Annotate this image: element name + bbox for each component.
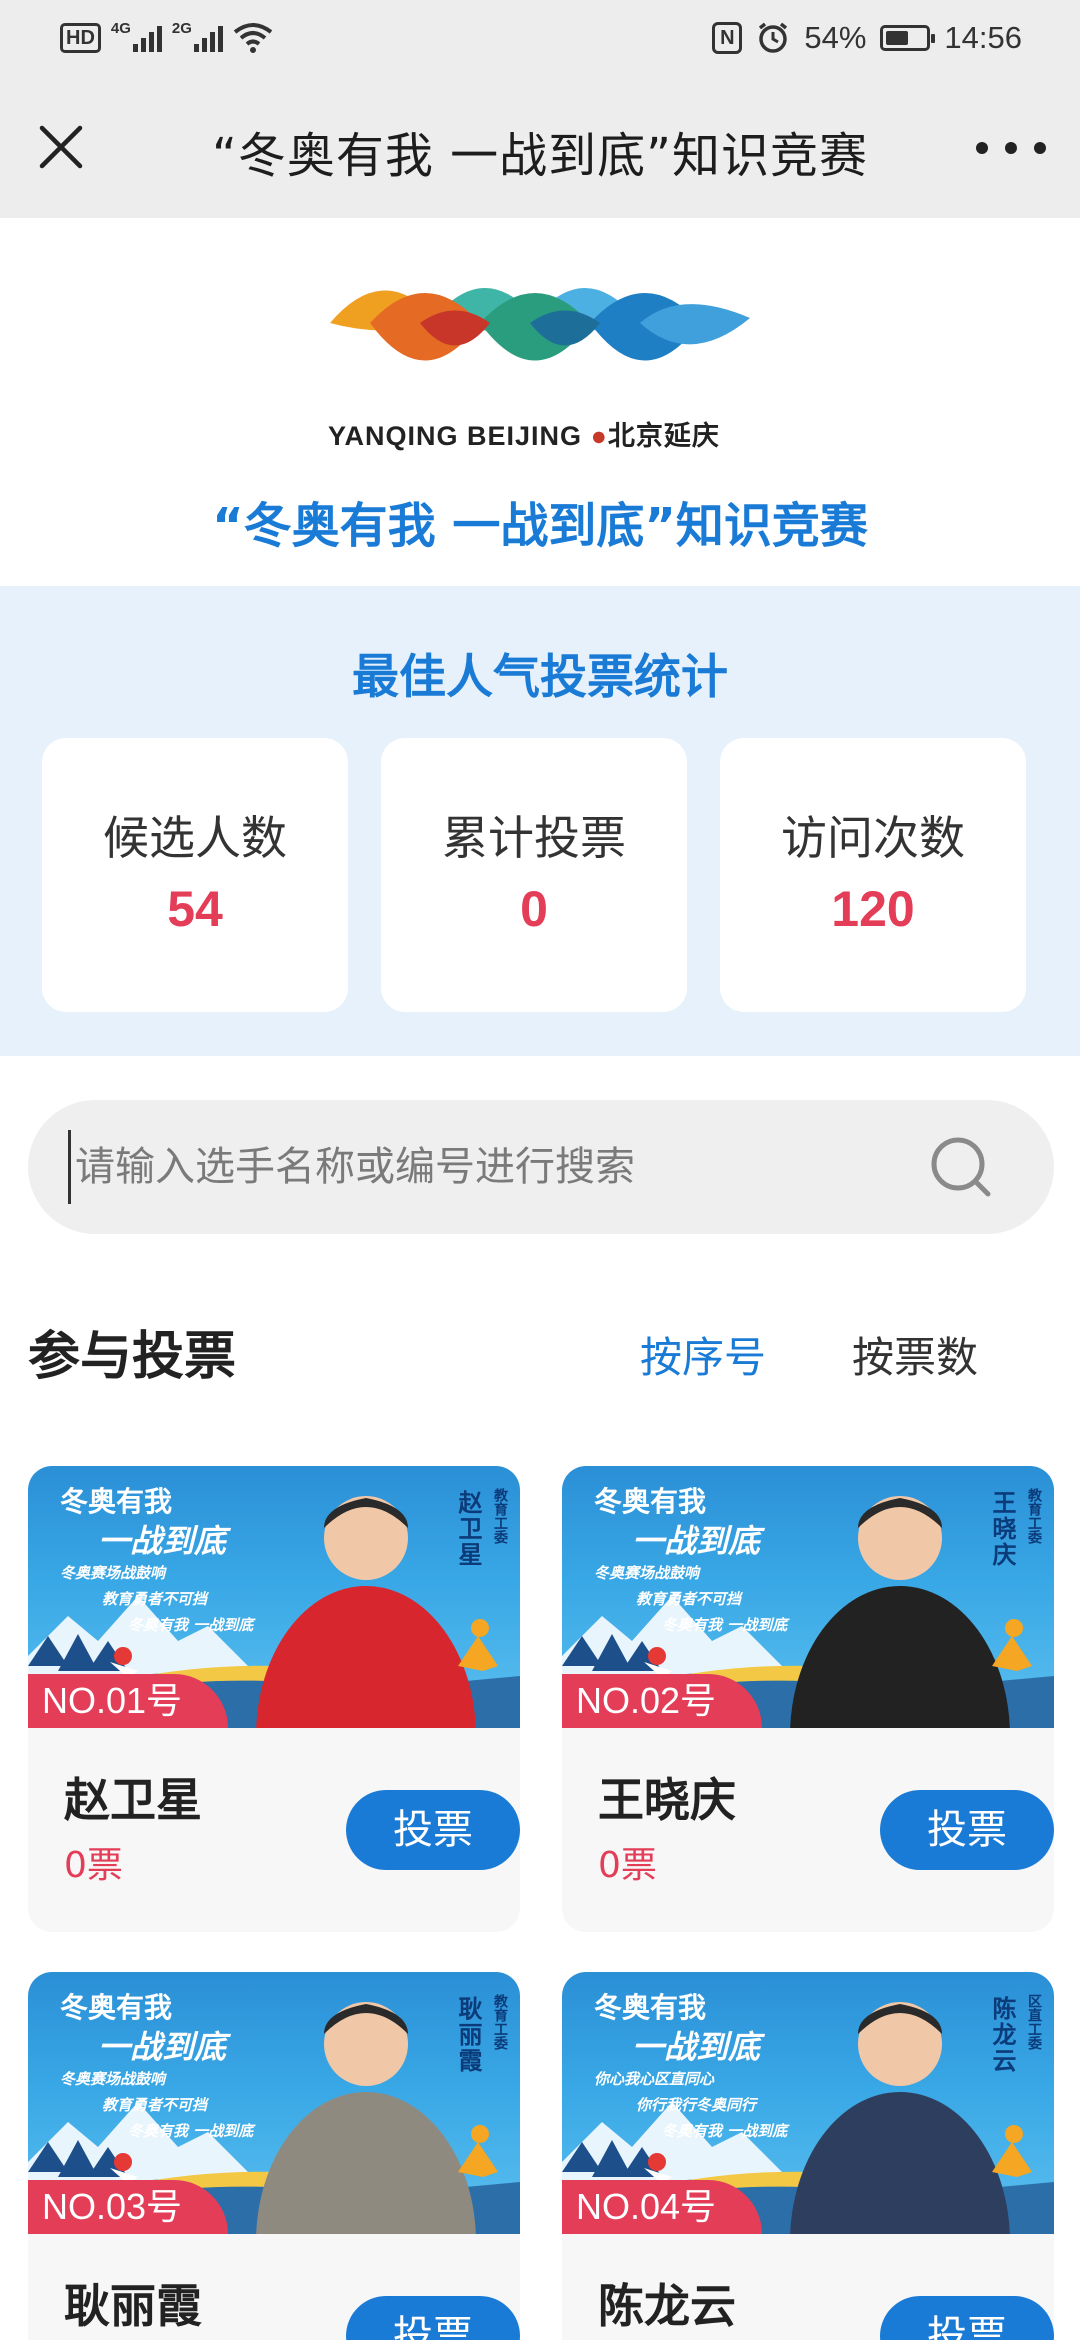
candidate-number-badge: NO.04号	[562, 2180, 763, 2234]
candidate-org: 教育工委	[1026, 1488, 1042, 1544]
contest-title: “冬奥有我 一战到底”知识竞赛	[212, 498, 868, 554]
status-right: N 54% 14:56	[712, 18, 1022, 58]
candidate-org: 教育工委	[492, 1488, 508, 1544]
candidate-name-tag: 赵卫星	[454, 1490, 482, 1568]
banner-slogan-1: 冬奥有我	[60, 1485, 173, 1518]
wifi-icon	[233, 23, 273, 53]
stat-card-candidates: 候选人数 54	[42, 738, 348, 1012]
banner-slogan-2: 一战到底	[632, 2028, 761, 2066]
stat-value: 120	[831, 881, 915, 937]
candidate-photo[interactable]: 冬奥有我 一战到底 冬奥赛场战鼓响 教育勇者不可挡 冬奥有我 一战到底 教育工委…	[28, 1466, 520, 1728]
stat-label: 累计投票	[442, 811, 626, 865]
candidate-vote-count: 0票	[64, 1845, 123, 1886]
candidate-name-tag: 王晓庆	[988, 1490, 1016, 1568]
candidate-org: 教育工委	[492, 1994, 508, 2050]
candidate-name: 赵卫星	[64, 1773, 202, 1827]
banner-line-3: 冬奥有我 一战到底	[662, 2122, 788, 2140]
banner-slogan-1: 冬奥有我	[60, 1991, 173, 2024]
section-title: 参与投票	[28, 1327, 237, 1387]
title-bar: “冬奥有我 一战到底”知识竞赛	[0, 76, 1080, 218]
more-options-icon[interactable]	[976, 126, 1046, 170]
banner-line-3: 冬奥有我 一战到底	[662, 1616, 788, 1634]
search-bar	[28, 1100, 1054, 1234]
candidate-name-tag: 耿丽霞	[454, 1996, 482, 2074]
network-2g-label: 2G	[171, 19, 192, 37]
logo-wordmark: YANQING BEIJING ●北京延庆	[328, 421, 720, 451]
candidate-number-badge: NO.01号	[28, 1674, 229, 1728]
candidate-card[interactable]: 冬奥有我 一战到底 冬奥赛场战鼓响 教育勇者不可挡 冬奥有我 一战到底 教育工委…	[562, 1466, 1054, 1932]
stat-card-total-votes: 累计投票 0	[381, 738, 687, 1012]
candidate-card[interactable]: 冬奥有我 一战到底 你心我心区直同心 你行我行冬奥同行 冬奥有我 一战到底 区直…	[562, 1972, 1054, 2340]
banner-slogan-2: 一战到底	[98, 2028, 227, 2066]
clock: 14:56	[944, 20, 1022, 55]
banner-line-2: 教育勇者不可挡	[102, 2096, 208, 2114]
candidate-name-tag: 陈龙云	[988, 1996, 1016, 2074]
brand-header: YANQING BEIJING ●北京延庆 “冬奥有我 一战到底”知识竞赛	[0, 218, 1080, 586]
banner-line-3: 冬奥有我 一战到底	[128, 2122, 254, 2140]
candidate-name: 陈龙云	[598, 2279, 736, 2333]
candidate-photo[interactable]: 冬奥有我 一战到底 冬奥赛场战鼓响 教育勇者不可挡 冬奥有我 一战到底 教育工委…	[28, 1972, 520, 2234]
banner-line-2: 教育勇者不可挡	[102, 1590, 208, 1608]
candidate-card[interactable]: 冬奥有我 一战到底 冬奥赛场战鼓响 教育勇者不可挡 冬奥有我 一战到底 教育工委…	[28, 1466, 520, 1932]
candidate-number-badge: NO.03号	[28, 2180, 229, 2234]
banner-line-1: 你心我心区直同心	[594, 2070, 715, 2088]
banner-slogan-1: 冬奥有我	[594, 1485, 707, 1518]
candidate-card[interactable]: 冬奥有我 一战到底 冬奥赛场战鼓响 教育勇者不可挡 冬奥有我 一战到底 教育工委…	[28, 1972, 520, 2340]
vote-button[interactable]: 投票	[346, 1790, 520, 1870]
candidate-org: 区直工委	[1026, 1994, 1042, 2050]
stat-card-visits: 访问次数 120	[720, 738, 1026, 1012]
stat-label: 访问次数	[781, 811, 965, 865]
alarm-icon	[759, 22, 788, 53]
yanqing-logo	[330, 288, 750, 361]
banner-line-2: 教育勇者不可挡	[636, 1590, 742, 1608]
hd-icon: HD	[60, 23, 101, 53]
signal-icon	[132, 24, 162, 52]
signal-icon-2	[193, 24, 223, 52]
candidate-vote-count: 0票	[598, 1845, 657, 1886]
banner-line-3: 冬奥有我 一战到底	[128, 1616, 254, 1634]
candidate-name: 王晓庆	[598, 1773, 736, 1827]
banner-line-2: 你行我行冬奥同行	[636, 2096, 757, 2114]
vote-button[interactable]: 投票	[880, 2296, 1054, 2340]
status-left: HD 4G 2G	[60, 20, 273, 56]
page-title: “冬奥有我 一战到底”知识竞赛	[212, 128, 868, 184]
banner-slogan-1: 冬奥有我	[594, 1991, 707, 2024]
status-bar: HD 4G 2G N 54% 14:56	[0, 0, 1080, 76]
vote-statistics: 最佳人气投票统计 候选人数 54 累计投票 0 访问次数 120	[0, 586, 1080, 1056]
search-input[interactable]	[68, 1130, 928, 1204]
candidate-number-badge: NO.02号	[562, 1674, 763, 1728]
banner-line-1: 冬奥赛场战鼓响	[60, 1564, 166, 1582]
vote-button[interactable]: 投票	[880, 1790, 1054, 1870]
banner-line-1: 冬奥赛场战鼓响	[60, 2070, 166, 2088]
stat-value: 0	[520, 881, 548, 937]
stat-value: 54	[167, 881, 223, 937]
nfc-icon: N	[712, 22, 743, 54]
sort-by-votes-tab[interactable]: 按票数	[852, 1324, 978, 1385]
candidate-photo[interactable]: 冬奥有我 一战到底 你心我心区直同心 你行我行冬奥同行 冬奥有我 一战到底 区直…	[562, 1972, 1054, 2234]
sort-by-number-tab[interactable]: 按序号	[640, 1324, 766, 1385]
candidate-photo[interactable]: 冬奥有我 一战到底 冬奥赛场战鼓响 教育勇者不可挡 冬奥有我 一战到底 教育工委…	[562, 1466, 1054, 1728]
close-icon[interactable]	[30, 116, 92, 178]
candidate-name: 耿丽霞	[64, 2279, 202, 2333]
search-icon[interactable]	[928, 1134, 994, 1200]
network-4g-label: 4G	[110, 19, 131, 37]
stats-title: 最佳人气投票统计	[352, 650, 728, 705]
battery-icon	[880, 25, 936, 51]
banner-slogan-2: 一战到底	[98, 1522, 227, 1560]
banner-line-1: 冬奥赛场战鼓响	[594, 1564, 700, 1582]
stat-label: 候选人数	[103, 811, 287, 865]
battery-percent: 54%	[804, 20, 867, 55]
vote-button[interactable]: 投票	[346, 2296, 520, 2340]
banner-slogan-2: 一战到底	[632, 1522, 761, 1560]
